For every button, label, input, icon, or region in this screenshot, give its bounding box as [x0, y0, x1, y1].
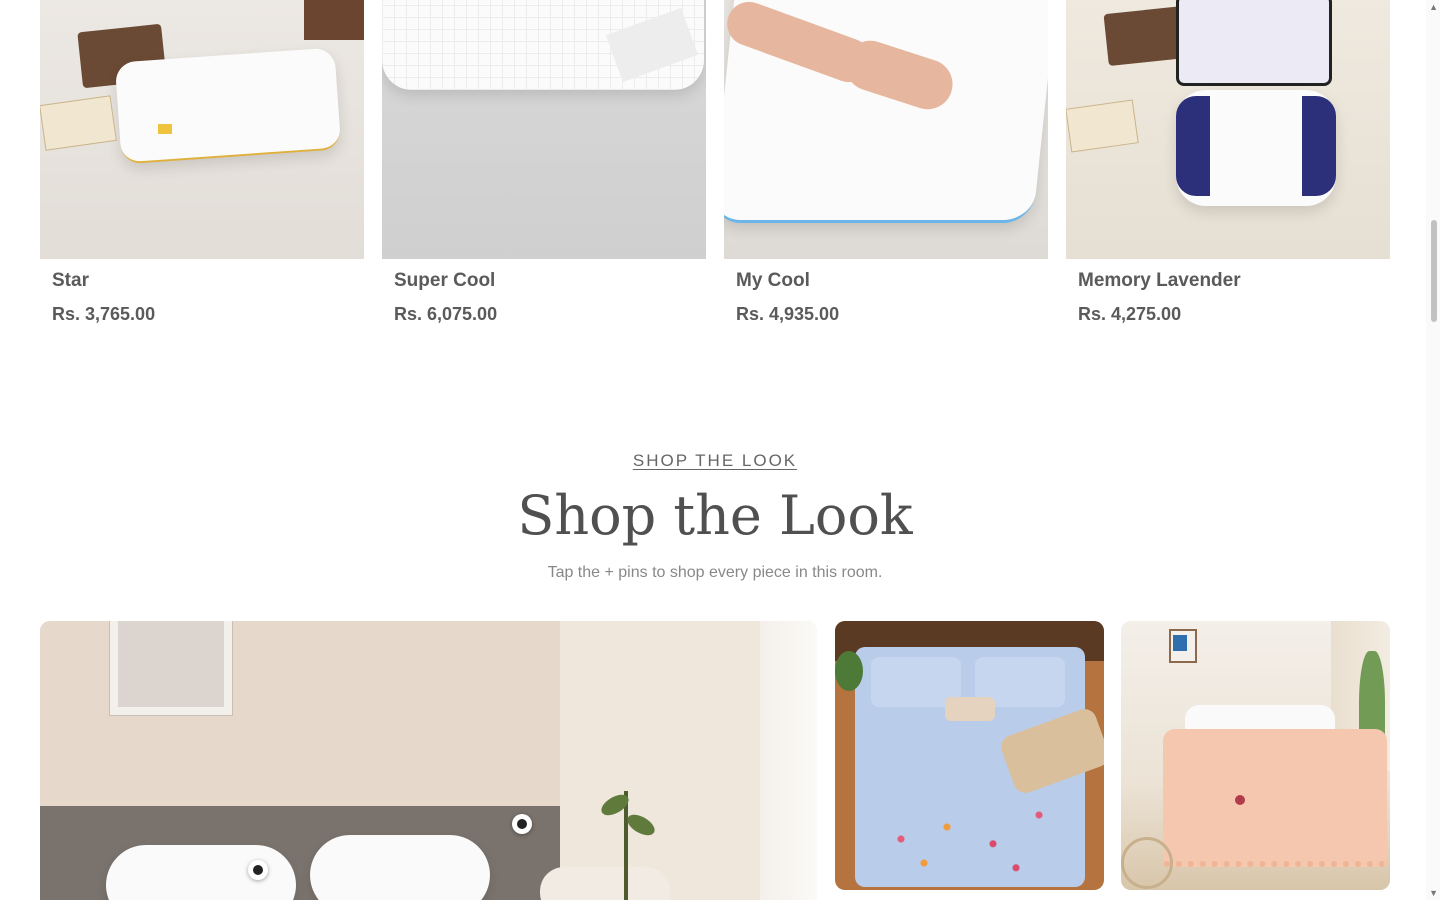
product-image-star[interactable]	[40, 0, 364, 259]
hotspot-pin-pillow[interactable]	[248, 860, 268, 880]
product-name[interactable]: Super Cool	[394, 270, 495, 292]
product-card-super-cool[interactable]: Super Cool Rs. 6,075.00	[382, 0, 706, 324]
product-image-memory-lavender[interactable]	[1066, 0, 1390, 259]
product-card-my-cool[interactable]: My Cool Rs. 4,935.00	[724, 0, 1048, 324]
product-price: Rs. 6,075.00	[394, 304, 498, 324]
section-subtitle: Tap the + pins to shop every piece in th…	[547, 564, 883, 581]
section-title: Shop the Look	[517, 484, 913, 547]
product-name[interactable]: Memory Lavender	[1078, 270, 1241, 292]
product-price: Rs. 4,935.00	[736, 304, 840, 324]
section-eyebrow-link[interactable]: SHOP THE LOOK	[0, 451, 1430, 471]
product-card-memory-lavender[interactable]: Memory Lavender Rs. 4,275.00	[1066, 0, 1390, 324]
product-name[interactable]: Star	[52, 270, 89, 292]
look-image-peach-bedding[interactable]	[1121, 621, 1390, 890]
scroll-up-arrow-icon[interactable]: ▲	[1429, 2, 1438, 12]
hotspot-pin-headboard[interactable]	[512, 814, 532, 834]
scrollbar-thumb[interactable]	[1431, 220, 1437, 322]
product-image-my-cool[interactable]	[724, 0, 1048, 259]
scroll-down-arrow-icon[interactable]: ▼	[1429, 888, 1438, 898]
product-price: Rs. 3,765.00	[52, 304, 156, 324]
product-price: Rs. 4,275.00	[1078, 304, 1182, 324]
product-card-star[interactable]: Star Rs. 3,765.00	[40, 0, 364, 324]
look-image-blue-floral-bedding[interactable]	[835, 621, 1104, 890]
look-image-bedroom-main	[40, 621, 817, 900]
product-name[interactable]: My Cool	[736, 270, 810, 292]
page-scrollbar[interactable]: ▲ ▼	[1426, 0, 1440, 900]
product-image-super-cool[interactable]	[382, 0, 706, 259]
